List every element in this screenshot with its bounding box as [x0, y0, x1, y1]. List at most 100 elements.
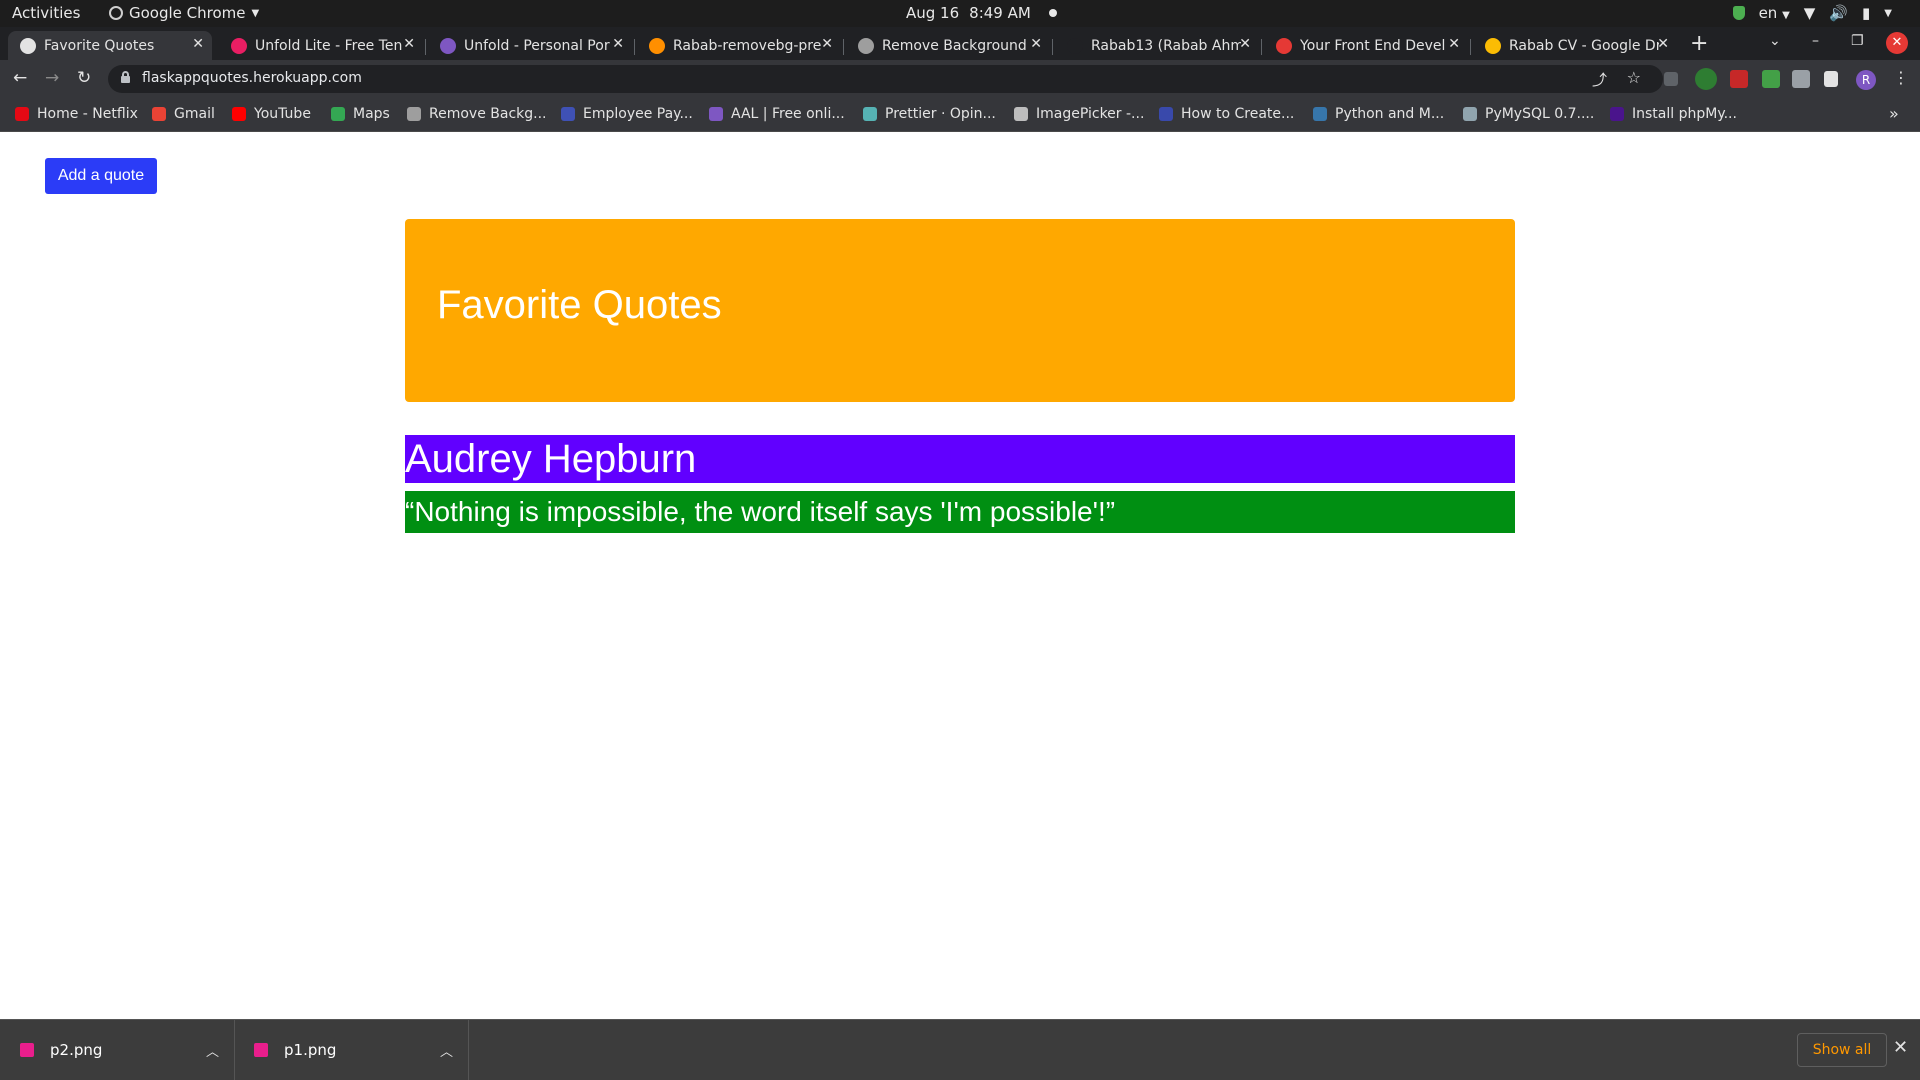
page-content: Add a quote Favorite Quotes Audrey Hepbu…	[0, 132, 1920, 1019]
back-icon[interactable]: ←	[13, 68, 27, 88]
chevron-up-icon[interactable]: ︿	[440, 1041, 453, 1060]
show-all-downloads-button[interactable]: Show all	[1797, 1033, 1887, 1067]
tab-3[interactable]: Unfold - Personal Por ✕	[428, 31, 632, 60]
bookmark-item[interactable]: ImagePicker -...	[1014, 106, 1144, 122]
bookmark-item[interactable]: Prettier · Opin...	[863, 106, 996, 122]
language-indicator[interactable]: en ▼	[1759, 4, 1790, 22]
bookmark-item[interactable]: AAL | Free onli...	[709, 106, 845, 122]
caret-down-icon: ▼	[251, 7, 260, 19]
url-text[interactable]: flaskappquotes.herokuapp.com	[142, 70, 362, 86]
bookmark-star-icon[interactable]: ☆	[1627, 68, 1641, 87]
add-quote-button[interactable]: Add a quote	[45, 158, 157, 194]
system-tray[interactable]: en ▼ ▼ 🔊 ▮ ▼	[1732, 4, 1892, 22]
tab-separator	[425, 39, 426, 55]
bookmark-item[interactable]: PyMySQL 0.7....	[1463, 106, 1594, 122]
bookmark-item[interactable]: Python and M...	[1313, 106, 1444, 122]
tab-6[interactable]: Rabab13 (Rabab Ahm ✕	[1055, 31, 1259, 60]
more-bookmarks-icon[interactable]: »	[1889, 104, 1899, 123]
close-tab-icon[interactable]: ✕	[612, 36, 624, 52]
date: Aug 16	[906, 4, 960, 22]
download-item[interactable]: p1.png ︿	[254, 1020, 454, 1080]
bookmark-item[interactable]: Maps	[331, 106, 390, 122]
notification-dot-icon	[1048, 9, 1057, 17]
restore-icon[interactable]: ❐	[1851, 33, 1864, 49]
header-jumbotron: Favorite Quotes	[405, 219, 1515, 402]
forward-icon[interactable]: →	[45, 68, 59, 88]
app-menu[interactable]: Google Chrome ▼	[109, 4, 259, 22]
vuejs-extension-icon[interactable]	[1695, 68, 1717, 90]
tab-search-icon[interactable]: ⌄	[1769, 33, 1781, 49]
php-icon	[1610, 107, 1624, 121]
bookmark-item[interactable]: Install phpMy...	[1610, 106, 1737, 122]
lock-icon[interactable]	[121, 71, 130, 83]
bookmark-item[interactable]: Remove Backg...	[407, 106, 547, 122]
a-icon	[1159, 107, 1173, 121]
tab-title: Rabab13 (Rabab Ahm	[1091, 37, 1241, 54]
wifi-icon: ▼	[1803, 4, 1816, 22]
puzzle-icon[interactable]	[1792, 70, 1810, 88]
chevron-up-icon[interactable]: ︿	[206, 1041, 219, 1060]
bookmark-label: Gmail	[174, 106, 215, 122]
bookmark-item[interactable]: Home - Netflix	[15, 106, 138, 122]
bookmark-item[interactable]: YouTube	[232, 106, 311, 122]
heart-icon	[231, 37, 247, 54]
bookmark-label: ImagePicker -...	[1036, 106, 1145, 122]
address-bar[interactable]: flaskappquotes.herokuapp.com ⤴ ☆	[108, 65, 1663, 93]
browser-toolbar: ← → ↻ flaskappquotes.herokuapp.com ⤴ ☆ R…	[0, 60, 1920, 98]
prettier-icon	[863, 107, 877, 121]
time: 8:49 AM	[969, 4, 1031, 22]
os-top-bar: Activities Google Chrome ▼ Aug 16 8:49 A…	[0, 0, 1920, 27]
new-tab-icon[interactable]: +	[1690, 31, 1708, 56]
close-shelf-icon[interactable]: ✕	[1893, 1037, 1908, 1058]
activities-button[interactable]: Activities	[12, 4, 80, 22]
bookmark-item[interactable]: Employee Pay...	[561, 106, 693, 122]
share-icon[interactable]: ⤴	[1592, 69, 1607, 90]
globe-icon	[20, 37, 36, 54]
app-name: Google Chrome	[129, 4, 246, 22]
extension-icon[interactable]	[1664, 72, 1678, 86]
bookmark-label: Remove Backg...	[429, 106, 547, 122]
close-tab-icon[interactable]: ✕	[403, 36, 415, 52]
gear-icon	[440, 37, 456, 54]
tab-title: Unfold - Personal Por	[464, 37, 610, 54]
bookmark-label: Employee Pay...	[583, 106, 693, 122]
book-icon	[561, 107, 575, 121]
bookmark-item[interactable]: Gmail	[152, 106, 215, 122]
shield-icon	[1732, 6, 1745, 20]
close-tab-icon[interactable]: ✕	[1448, 36, 1460, 52]
tab-2[interactable]: Unfold Lite - Free Ten ✕	[219, 31, 423, 60]
close-tab-icon[interactable]: ✕	[1030, 36, 1042, 52]
close-tab-icon[interactable]: ✕	[192, 36, 204, 52]
netflix-icon	[15, 107, 29, 121]
download-item[interactable]: p2.png ︿	[20, 1020, 220, 1080]
tab-4[interactable]: Rabab-removebg-pre ✕	[637, 31, 841, 60]
menu-icon[interactable]: ⋮	[1893, 68, 1909, 87]
close-tab-icon[interactable]: ✕	[1657, 36, 1669, 52]
image-file-icon	[254, 1043, 268, 1057]
tab-1[interactable]: Favorite Quotes ✕	[8, 31, 212, 60]
close-tab-icon[interactable]: ✕	[821, 36, 833, 52]
bookmark-item[interactable]: How to Create...	[1159, 106, 1294, 122]
tab-title: Your Front End Devel	[1300, 37, 1446, 54]
bookmark-label: Install phpMy...	[1632, 106, 1737, 122]
clock[interactable]: Aug 16 8:49 AM	[906, 4, 1057, 22]
tab-separator	[843, 39, 844, 55]
tab-5[interactable]: Remove Background ✕	[846, 31, 1050, 60]
profile-avatar[interactable]: R	[1856, 70, 1876, 90]
download-filename: p2.png	[50, 1041, 103, 1059]
download-shelf: p2.png ︿ p1.png ︿ Show all ✕	[0, 1019, 1920, 1080]
image-file-icon	[20, 1043, 34, 1057]
close-tab-icon[interactable]: ✕	[1239, 36, 1251, 52]
reload-icon[interactable]: ↻	[77, 68, 91, 88]
image-icon	[649, 37, 665, 54]
minimize-icon[interactable]: –	[1812, 33, 1819, 49]
tab-7[interactable]: Your Front End Devel ✕	[1264, 31, 1468, 60]
close-window-icon[interactable]: ✕	[1886, 32, 1908, 54]
download-filename: p1.png	[284, 1041, 337, 1059]
gmail-icon	[152, 107, 166, 121]
pen-extension-icon[interactable]	[1730, 70, 1748, 88]
colorzilla-extension-icon[interactable]	[1762, 70, 1780, 88]
side-panel-icon[interactable]	[1824, 71, 1838, 87]
page-title: Favorite Quotes	[437, 283, 722, 327]
tab-8[interactable]: Rabab CV - Google Dr ✕	[1473, 31, 1677, 60]
